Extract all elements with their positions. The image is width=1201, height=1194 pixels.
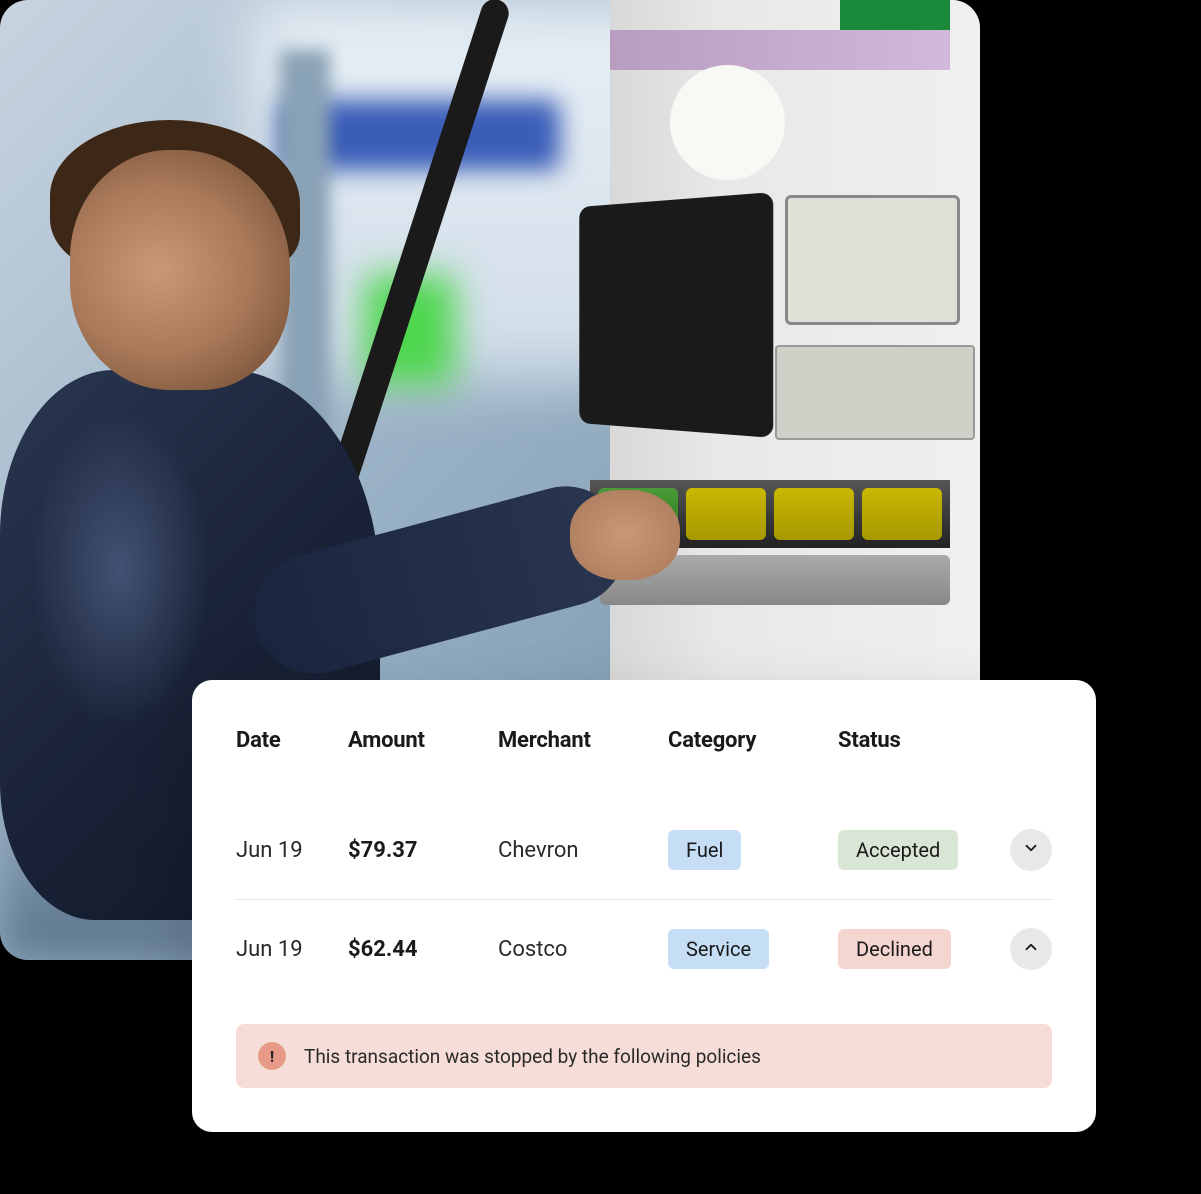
header-date: Date (236, 728, 348, 753)
table-row[interactable]: Jun 19 $79.37 Chevron Fuel Accepted (236, 801, 1052, 900)
cell-date: Jun 19 (236, 937, 348, 962)
header-status: Status (838, 728, 1002, 753)
table-row[interactable]: Jun 19 $62.44 Costco Service Declined (236, 900, 1052, 998)
header-category: Category (668, 728, 838, 753)
category-badge: Service (668, 929, 769, 969)
policy-message: This transaction was stopped by the foll… (304, 1045, 761, 1068)
cell-date: Jun 19 (236, 838, 348, 863)
cell-amount: $62.44 (348, 937, 498, 962)
status-badge: Accepted (838, 830, 958, 870)
policy-alert-banner: ! This transaction was stopped by the fo… (236, 1024, 1052, 1088)
cell-merchant: Costco (498, 937, 668, 962)
collapse-row-button[interactable] (1010, 928, 1052, 970)
cell-status: Accepted (838, 830, 1002, 870)
header-merchant: Merchant (498, 728, 668, 753)
cell-amount: $79.37 (348, 838, 498, 863)
status-badge: Declined (838, 929, 951, 969)
alert-icon: ! (258, 1042, 286, 1070)
cell-merchant: Chevron (498, 838, 668, 863)
header-amount: Amount (348, 728, 498, 753)
cell-category: Service (668, 929, 838, 969)
cell-status: Declined (838, 929, 1002, 969)
table-header-row: Date Amount Merchant Category Status (236, 728, 1052, 753)
chevron-up-icon (1022, 938, 1040, 960)
chevron-down-icon (1022, 839, 1040, 861)
cell-category: Fuel (668, 830, 838, 870)
category-badge: Fuel (668, 830, 741, 870)
transaction-card: Date Amount Merchant Category Status Jun… (192, 680, 1096, 1132)
expand-row-button[interactable] (1010, 829, 1052, 871)
